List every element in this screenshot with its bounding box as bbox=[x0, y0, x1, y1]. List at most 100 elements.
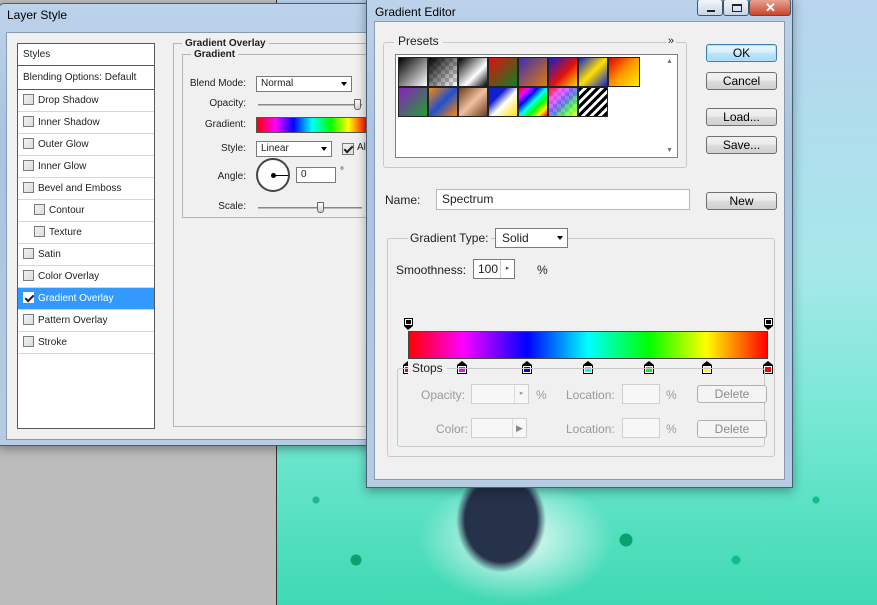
chevron-down-icon bbox=[341, 82, 347, 86]
minimize-button[interactable] bbox=[697, 0, 723, 16]
opacity-location-input[interactable] bbox=[622, 384, 660, 404]
blending-options-item[interactable]: Blending Options: Default bbox=[18, 66, 154, 90]
preset-swatch[interactable] bbox=[398, 87, 428, 117]
style-item[interactable]: Bevel and Emboss bbox=[18, 178, 154, 200]
style-item-label: Drop Shadow bbox=[38, 95, 99, 106]
opacity-location-unit: % bbox=[666, 388, 677, 402]
style-value: Linear bbox=[261, 143, 289, 154]
style-checkbox[interactable] bbox=[23, 314, 34, 325]
angle-input[interactable]: 0 bbox=[296, 167, 336, 183]
style-item[interactable]: Stroke bbox=[18, 332, 154, 354]
save-button[interactable]: Save... bbox=[706, 136, 777, 154]
preset-swatch[interactable] bbox=[428, 57, 458, 87]
preset-swatch[interactable] bbox=[458, 87, 488, 117]
gradient-type-label: Gradient Type: bbox=[408, 231, 491, 245]
smoothness-unit: % bbox=[537, 263, 548, 277]
layer-style-title: Layer Style bbox=[7, 8, 68, 22]
style-checkbox[interactable] bbox=[23, 160, 34, 171]
scroll-down-icon[interactable]: ▼ bbox=[666, 147, 673, 154]
style-item[interactable]: Inner Shadow bbox=[18, 112, 154, 134]
style-checkbox[interactable] bbox=[23, 182, 34, 193]
style-checkbox[interactable] bbox=[23, 270, 34, 281]
scroll-up-icon[interactable]: ▲ bbox=[666, 58, 673, 65]
blend-mode-select[interactable]: Normal bbox=[256, 76, 352, 92]
load-button[interactable]: Load... bbox=[706, 108, 777, 126]
style-item[interactable]: Pattern Overlay bbox=[18, 310, 154, 332]
style-checkbox[interactable] bbox=[23, 138, 34, 149]
preset-swatch[interactable] bbox=[488, 57, 518, 87]
preset-swatch[interactable] bbox=[488, 87, 518, 117]
style-checkbox[interactable] bbox=[23, 248, 34, 259]
preset-swatch[interactable] bbox=[458, 57, 488, 87]
gradient-editor-body: Presets » ▲ ▼ OK Cancel Load... Save... … bbox=[374, 21, 785, 480]
preset-swatch[interactable] bbox=[578, 87, 608, 117]
preset-swatch[interactable] bbox=[398, 57, 428, 87]
style-item[interactable]: Drop Shadow bbox=[18, 90, 154, 112]
preset-swatch[interactable] bbox=[578, 57, 608, 87]
blend-mode-label: Blend Mode: bbox=[189, 78, 246, 89]
chevron-down-icon bbox=[557, 236, 563, 240]
angle-dial[interactable] bbox=[256, 158, 290, 192]
section-title: Gradient Overlay bbox=[182, 38, 269, 49]
style-item[interactable]: Satin bbox=[18, 244, 154, 266]
stepper-arrow-icon[interactable]: ▸ bbox=[514, 385, 528, 403]
gradient-picker[interactable] bbox=[256, 117, 368, 133]
delete-opacity-stop-button[interactable]: Delete bbox=[697, 385, 767, 403]
gradient-bar[interactable] bbox=[408, 331, 768, 359]
opacity-stop-pointer bbox=[403, 326, 413, 330]
maximize-button[interactable] bbox=[723, 0, 749, 16]
preset-swatch-spectrum[interactable] bbox=[518, 87, 548, 117]
style-checkbox[interactable] bbox=[23, 336, 34, 347]
gradient-label: Gradient: bbox=[204, 119, 246, 130]
scale-label: Scale: bbox=[218, 201, 246, 212]
style-select[interactable]: Linear bbox=[256, 141, 332, 157]
opacity-stop-pointer bbox=[763, 326, 773, 330]
stops-legend: Stops bbox=[408, 361, 447, 375]
ok-button[interactable]: OK bbox=[706, 44, 777, 62]
preset-swatch[interactable] bbox=[608, 57, 640, 87]
style-item[interactable]: Texture bbox=[18, 222, 154, 244]
color-location-input[interactable] bbox=[622, 418, 660, 438]
layer-style-dialog: Layer Style Styles Blending Options: Def… bbox=[0, 3, 388, 446]
stepper-arrow-icon[interactable]: ▸ bbox=[500, 260, 514, 278]
style-checkbox[interactable] bbox=[23, 94, 34, 105]
preset-swatch[interactable] bbox=[518, 57, 548, 87]
style-item[interactable]: Outer Glow bbox=[18, 134, 154, 156]
style-item[interactable]: Inner Glow bbox=[18, 156, 154, 178]
style-checkbox[interactable] bbox=[34, 226, 45, 237]
preset-swatch[interactable] bbox=[548, 57, 578, 87]
scale-slider-track[interactable] bbox=[258, 207, 362, 209]
opacity-slider-thumb[interactable] bbox=[354, 99, 361, 110]
scale-slider-thumb[interactable] bbox=[317, 202, 324, 213]
cancel-button[interactable]: Cancel bbox=[706, 72, 777, 90]
new-button[interactable]: New bbox=[706, 192, 777, 210]
style-checkbox[interactable] bbox=[23, 116, 34, 127]
color-menu-arrow-icon[interactable]: ▶ bbox=[512, 419, 526, 437]
style-item-label: Inner Glow bbox=[38, 161, 87, 172]
styles-header[interactable]: Styles bbox=[18, 44, 154, 66]
style-item[interactable]: Color Overlay bbox=[18, 266, 154, 288]
presets-scrollbar[interactable]: ▲ ▼ bbox=[664, 56, 676, 156]
style-item-label: Outer Glow bbox=[38, 139, 89, 150]
style-checkbox[interactable] bbox=[23, 292, 34, 303]
stop-color-swatch[interactable]: ▶ bbox=[471, 418, 527, 438]
align-with-layer-checkbox[interactable] bbox=[342, 143, 354, 155]
smoothness-input[interactable]: 100 ▸ bbox=[473, 259, 515, 279]
gradient-type-select[interactable]: Solid bbox=[495, 228, 568, 248]
name-input[interactable]: Spectrum bbox=[436, 189, 690, 210]
presets-menu-icon[interactable]: » bbox=[665, 35, 676, 47]
maximize-icon bbox=[732, 4, 742, 12]
preset-swatch[interactable] bbox=[428, 87, 458, 117]
style-item-label: Contour bbox=[49, 205, 85, 216]
delete-color-stop-button[interactable]: Delete bbox=[697, 420, 767, 438]
stop-opacity-input[interactable]: ▸ bbox=[471, 384, 529, 404]
style-checkbox[interactable] bbox=[34, 204, 45, 215]
opacity-stop[interactable] bbox=[403, 318, 413, 331]
style-item-label: Stroke bbox=[38, 337, 67, 348]
preset-swatch[interactable] bbox=[548, 87, 578, 117]
close-button[interactable]: ✕ bbox=[749, 0, 791, 16]
opacity-stop[interactable] bbox=[763, 318, 773, 331]
style-item[interactable]: Gradient Overlay bbox=[18, 288, 154, 310]
style-item[interactable]: Contour bbox=[18, 200, 154, 222]
opacity-slider-track[interactable] bbox=[258, 104, 362, 106]
